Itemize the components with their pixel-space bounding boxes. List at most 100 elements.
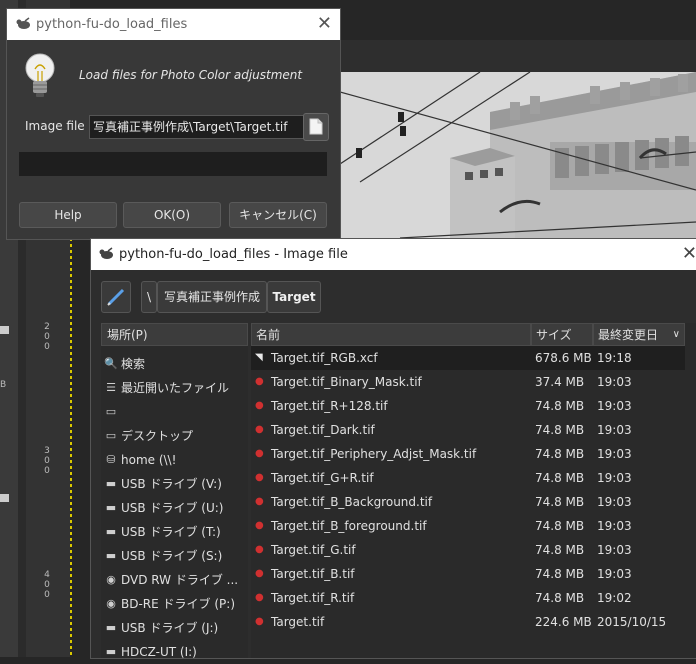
file-size: 74.8 MB (535, 447, 585, 461)
place-item[interactable]: ▬ USB ドライブ (J:) (101, 616, 248, 640)
image-file-icon: ● (255, 592, 264, 603)
cancel-button[interactable]: キャンセル(C) (229, 202, 327, 228)
sidebar-letter: B (0, 380, 7, 390)
place-label: BD-RE ドライブ (P:) (121, 597, 235, 611)
file-row[interactable]: ● Target.tif_R.tif 74.8 MB 19:02 (251, 586, 685, 610)
place-item[interactable]: ⛁ home (\\! (101, 448, 248, 472)
image-file-icon: ● (255, 424, 264, 435)
file-row[interactable]: ● Target.tif_G.tif 74.8 MB 19:03 (251, 538, 685, 562)
places-header[interactable]: 場所(P) (101, 323, 248, 346)
drive-icon: ▬ (105, 621, 117, 634)
place-label: 最近開いたファイル (121, 381, 230, 395)
ruler-number: 0 (44, 580, 50, 590)
type-location-button[interactable] (101, 281, 131, 313)
ruler-number: 4 (44, 570, 50, 580)
file-row[interactable]: ● Target.tif_Binary_Mask.tif 37.4 MB 19:03 (251, 370, 685, 394)
file-modified: 19:03 (597, 471, 632, 485)
path-button-current[interactable]: Target (267, 281, 321, 313)
ok-button[interactable]: OK(O) (123, 202, 221, 228)
photo-building-image (340, 72, 696, 238)
image-file-icon: ● (255, 520, 264, 531)
file-row[interactable]: ● Target.tif_G+R.tif 74.8 MB 19:03 (251, 466, 685, 490)
place-item[interactable]: ◉ BD-RE ドライブ (P:) (101, 592, 248, 616)
place-label: USB ドライブ (U:) (121, 501, 224, 515)
file-name: Target.tif_Periphery_Adjst_Mask.tif (271, 447, 477, 461)
dialog-description: Load files for Photo Color adjustment (79, 68, 303, 82)
place-item[interactable]: ▬ USB ドライブ (S:) (101, 544, 248, 568)
file-size: 224.6 MB (535, 615, 592, 629)
ruler-number: 0 (44, 332, 50, 342)
dialog-title: python-fu-do_load_files - Image file (119, 247, 348, 262)
file-row[interactable]: ● Target.tif_Dark.tif 74.8 MB 19:03 (251, 418, 685, 442)
image-file-icon: ● (255, 400, 264, 411)
ruler-number: 0 (44, 342, 50, 352)
lightbulb-icon (25, 53, 55, 97)
file-name: Target.tif_B.tif (271, 567, 355, 581)
place-label: HDCZ-UT (I:) (121, 645, 197, 659)
optical-drive-icon: ◉ (106, 573, 116, 586)
folder-icon: ▭ (105, 429, 117, 442)
recent-icon: ☰ (106, 381, 116, 394)
file-modified: 19:03 (597, 447, 632, 461)
file-modified: 19:02 (597, 591, 632, 605)
file-name: Target.tif_Dark.tif (271, 423, 375, 437)
file-name: Target.tif_R.tif (271, 591, 355, 605)
drive-icon: ▬ (105, 477, 117, 490)
file-modified: 19:03 (597, 519, 632, 533)
gimp-logo-icon (99, 247, 113, 259)
file-size: 74.8 MB (535, 567, 585, 581)
file-row[interactable]: ● Target.tif_Periphery_Adjst_Mask.tif 74.8… (251, 442, 685, 466)
place-item[interactable]: ▭ (101, 400, 248, 424)
ruler-corner-marker (0, 494, 9, 502)
place-label: USB ドライブ (V:) (121, 477, 222, 491)
file-name: Target.tif_B_Background.tif (271, 495, 433, 509)
place-item[interactable]: ▭ デスクトップ (101, 424, 248, 448)
close-icon[interactable]: ✕ (317, 13, 332, 34)
image-file-icon: ● (255, 496, 264, 507)
place-item[interactable]: ▬ USB ドライブ (V:) (101, 472, 248, 496)
place-item[interactable]: ▬ USB ドライブ (T:) (101, 520, 248, 544)
path-button-root[interactable]: \ (141, 281, 157, 313)
image-file-icon: ● (255, 472, 264, 483)
ruler-corner-marker (0, 326, 9, 334)
file-row[interactable]: ● Target.tif_B.tif 74.8 MB 19:03 (251, 562, 685, 586)
document-icon (309, 118, 323, 135)
path-button-parent[interactable]: 写真補正事例作成 (157, 281, 267, 313)
image-file-field[interactable]: 写真補正事例作成\Target\Target.tif (89, 115, 304, 139)
column-header-modified[interactable]: 最終変更日 ∨ (593, 323, 685, 346)
column-header-modified-label: 最終変更日 (598, 328, 659, 342)
file-row[interactable]: ● Target.tif_B_foreground.tif 74.8 MB 19:03 (251, 514, 685, 538)
file-modified: 19:03 (597, 375, 632, 389)
file-row[interactable]: ● Target.tif 224.6 MB 2015/10/15 (251, 610, 685, 634)
place-item[interactable]: ▬ HDCZ-UT (I:) (101, 640, 248, 664)
column-header-name[interactable]: 名前 (251, 323, 531, 346)
file-size: 74.8 MB (535, 543, 585, 557)
help-button[interactable]: Help (19, 202, 117, 228)
image-file-icon: ● (255, 616, 264, 627)
file-row[interactable]: ● Target.tif_R+128.tif 74.8 MB 19:03 (251, 394, 685, 418)
browse-file-button[interactable] (303, 113, 329, 141)
dialog-titlebar[interactable]: python-fu-do_load_files ✕ (7, 9, 340, 40)
column-header-size[interactable]: サイズ (531, 323, 593, 346)
file-modified: 19:18 (597, 351, 632, 365)
place-item[interactable]: ◉ DVD RW ドライブ ... (101, 568, 248, 592)
place-item[interactable]: ▬ USB ドライブ (U:) (101, 496, 248, 520)
dialog-title: python-fu-do_load_files (36, 17, 188, 32)
file-size: 74.8 MB (535, 519, 585, 533)
place-label: 検索 (121, 357, 146, 371)
file-name: Target.tif_B_foreground.tif (271, 519, 427, 533)
file-size: 37.4 MB (535, 375, 585, 389)
file-size: 74.8 MB (535, 495, 585, 509)
canvas-image[interactable] (340, 72, 696, 238)
dialog-titlebar[interactable]: python-fu-do_load_files - Image file ✕ (91, 239, 696, 270)
file-name: Target.tif_R+128.tif (271, 399, 388, 413)
file-modified: 19:03 (597, 495, 632, 509)
file-row[interactable]: ◥ Target.tif_RGB.xcf 678.6 MB 19:18 (251, 346, 685, 370)
place-item[interactable]: ☰ 最近開いたファイル (101, 376, 248, 400)
image-file-icon: ● (255, 568, 264, 579)
place-item[interactable]: 🔍 検索 (101, 352, 248, 376)
file-row[interactable]: ● Target.tif_B_Background.tif 74.8 MB 19:03 (251, 490, 685, 514)
network-drive-icon: ⛁ (106, 453, 116, 466)
file-name: Target.tif_Binary_Mask.tif (271, 375, 422, 389)
close-icon[interactable]: ✕ (682, 243, 696, 264)
